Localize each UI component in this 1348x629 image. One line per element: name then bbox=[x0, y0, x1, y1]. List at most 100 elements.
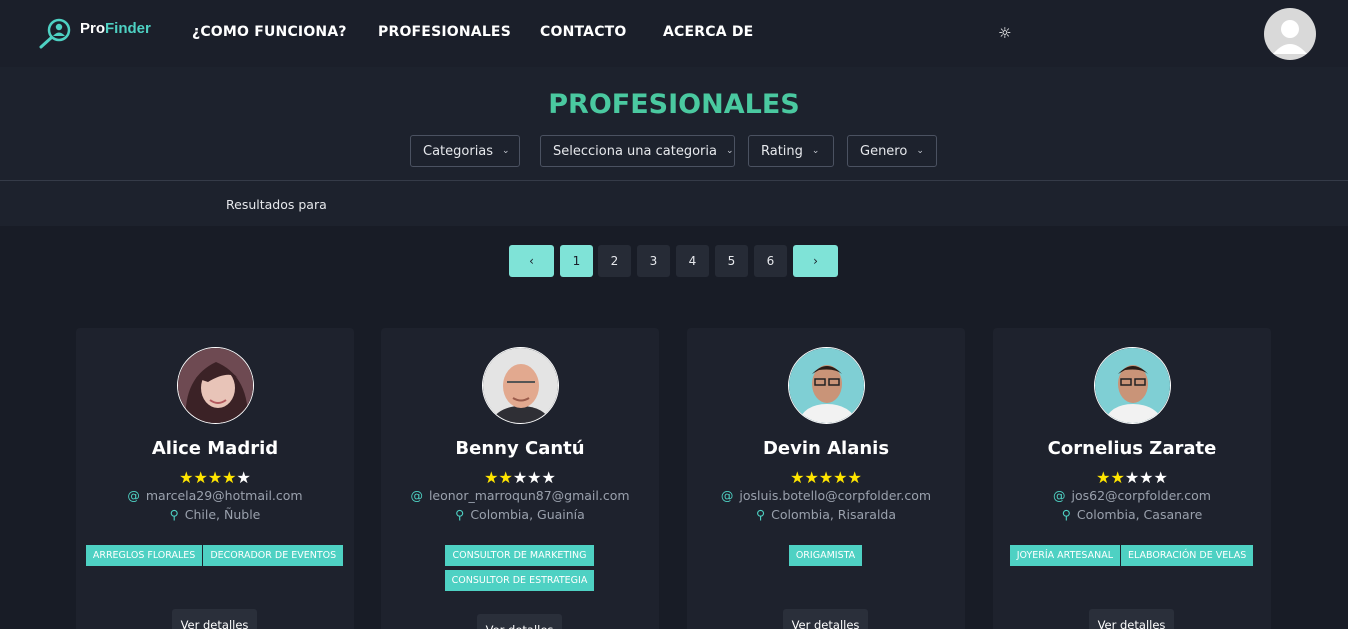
sun-icon[interactable]: ☼ bbox=[998, 24, 1011, 42]
star-icon: ★ bbox=[512, 468, 528, 487]
category-tags: ORIGAMISTA bbox=[687, 545, 965, 568]
category-tag: ARREGLOS FLORALES bbox=[85, 545, 204, 566]
star-icon: ★ bbox=[1153, 468, 1168, 487]
location-pin-icon: ⚲ bbox=[755, 507, 766, 522]
rating-stars: ★★★★★ bbox=[993, 468, 1271, 487]
star-icon: ★ bbox=[179, 468, 194, 487]
navbar: ProFinder ¿COMO FUNCIONA? PROFESIONALES … bbox=[0, 0, 1348, 67]
rating-stars: ★★★★★ bbox=[381, 468, 659, 487]
pagination-next[interactable]: › bbox=[793, 245, 838, 277]
results-bar bbox=[0, 181, 1348, 226]
filter-label: Genero bbox=[860, 143, 908, 159]
rating-stars: ★★★★★ bbox=[687, 468, 965, 487]
professional-avatar bbox=[788, 347, 865, 424]
professional-location: ⚲ Colombia, Casanare bbox=[1061, 507, 1203, 522]
at-icon: @ bbox=[720, 488, 734, 503]
nav-link-acerca-de[interactable]: ACERCA DE bbox=[663, 24, 753, 40]
location-pin-icon: ⚲ bbox=[169, 507, 179, 522]
at-icon: @ bbox=[127, 488, 140, 503]
filter-genero[interactable]: Genero ⌄ bbox=[847, 135, 937, 167]
pagination-page-3[interactable]: 3 bbox=[637, 245, 670, 277]
professional-card: Devin Alanis ★★★★★ @ josluis.botello@corp… bbox=[687, 328, 965, 629]
details-button[interactable]: Ver detalles bbox=[1089, 609, 1174, 629]
filter-subcategoria[interactable]: Selecciona una categoria ⌄ bbox=[540, 135, 735, 167]
star-icon: ★ bbox=[1139, 468, 1154, 487]
professional-card: Cornelius Zarate ★★★★★ @ jos62@corpfolder… bbox=[993, 328, 1271, 629]
chevron-down-icon: ⌄ bbox=[811, 146, 820, 156]
star-icon: ★ bbox=[541, 468, 556, 487]
category-tag: CONSULTOR DE MARKETING bbox=[445, 545, 595, 566]
location-pin-icon: ⚲ bbox=[1061, 507, 1071, 522]
star-icon: ★ bbox=[818, 468, 834, 487]
at-icon: @ bbox=[1053, 488, 1066, 503]
professional-email: @ josluis.botello@corpfolder.com bbox=[720, 488, 932, 503]
filter-rating[interactable]: Rating ⌄ bbox=[748, 135, 834, 167]
category-tag: ELABORACIÓN DE VELAS bbox=[1121, 545, 1255, 566]
pagination-page-5[interactable]: 5 bbox=[715, 245, 748, 277]
details-button[interactable]: Ver detalles bbox=[172, 609, 257, 629]
star-icon: ★ bbox=[222, 468, 237, 487]
nav-link-contacto[interactable]: CONTACTO bbox=[540, 24, 627, 40]
user-avatar[interactable] bbox=[1264, 8, 1316, 60]
professional-name: Cornelius Zarate bbox=[1047, 438, 1217, 459]
professional-email: @ marcela29@hotmail.com bbox=[127, 488, 303, 503]
professional-email: @ leonor_marroqun87@gmail.com bbox=[410, 488, 630, 503]
star-icon: ★ bbox=[498, 468, 513, 487]
page-title: PROFESIONALES bbox=[548, 89, 800, 120]
professional-avatar bbox=[1094, 347, 1171, 424]
filter-label: Categorias bbox=[423, 143, 494, 159]
nav-link-profesionales[interactable]: PROFESIONALES bbox=[378, 24, 511, 40]
category-tag: DECORADOR DE EVENTOS bbox=[203, 545, 345, 566]
professional-location: ⚲ Colombia, Guainía bbox=[455, 507, 585, 522]
star-icon: ★ bbox=[790, 468, 805, 487]
star-icon: ★ bbox=[1110, 468, 1125, 487]
professional-avatar bbox=[177, 347, 254, 424]
location-pin-icon: ⚲ bbox=[455, 507, 465, 522]
magnifier-user-icon bbox=[39, 18, 71, 49]
category-tag: JOYERÍA ARTESANAL bbox=[1009, 545, 1121, 566]
chevron-down-icon: ⌄ bbox=[725, 146, 734, 156]
category-tags: CONSULTOR DE MARKETING CONSULTOR DE ESTR… bbox=[381, 545, 659, 593]
pagination-page-6[interactable]: 6 bbox=[754, 245, 787, 277]
results-label: Resultados para bbox=[226, 197, 327, 212]
professional-email: @ jos62@corpfolder.com bbox=[1053, 488, 1211, 503]
professional-card: Benny Cantú ★★★★★ @ leonor_marroqun87@gma… bbox=[381, 328, 659, 629]
nav-link-como-funciona[interactable]: ¿COMO FUNCIONA? bbox=[192, 24, 347, 40]
star-icon: ★ bbox=[484, 468, 499, 487]
logo-text: ProFinder bbox=[80, 19, 151, 37]
at-icon: @ bbox=[410, 488, 423, 503]
star-icon: ★ bbox=[847, 468, 862, 487]
default-user-icon bbox=[1273, 20, 1307, 54]
details-button[interactable]: Ver detalles bbox=[783, 609, 868, 629]
filter-categorias[interactable]: Categorias ⌄ bbox=[410, 135, 520, 167]
logo[interactable]: ProFinder bbox=[38, 17, 151, 49]
chevron-down-icon: ⌄ bbox=[502, 146, 510, 156]
professional-location: ⚲ Colombia, Risaralda bbox=[755, 507, 897, 522]
filter-label: Selecciona una categoria bbox=[553, 143, 717, 159]
star-icon: ★ bbox=[1096, 468, 1111, 487]
professional-location: ⚲ Chile, Ñuble bbox=[169, 507, 261, 522]
details-button[interactable]: Ver detalles bbox=[477, 614, 562, 629]
star-icon: ★ bbox=[804, 468, 819, 487]
professional-name: Alice Madrid bbox=[151, 438, 279, 459]
star-icon: ★ bbox=[1124, 468, 1140, 487]
star-icon: ★ bbox=[527, 468, 542, 487]
pagination-page-4[interactable]: 4 bbox=[676, 245, 709, 277]
star-icon: ★ bbox=[833, 468, 848, 487]
category-tags: ARREGLOS FLORALES DECORADOR DE EVENTOS bbox=[76, 545, 354, 568]
category-tags: JOYERÍA ARTESANAL ELABORACIÓN DE VELAS bbox=[993, 545, 1271, 568]
filter-label: Rating bbox=[761, 143, 803, 159]
chevron-down-icon: ⌄ bbox=[916, 146, 924, 156]
star-icon: ★ bbox=[236, 468, 251, 487]
star-icon: ★ bbox=[207, 468, 223, 487]
professional-card: Alice Madrid ★★★★★ @ marcela29@hotmail.co… bbox=[76, 328, 354, 629]
rating-stars: ★★★★★ bbox=[76, 468, 354, 487]
professional-avatar bbox=[482, 347, 559, 424]
category-tag: CONSULTOR DE ESTRATEGIA bbox=[444, 570, 596, 591]
pagination-page-1[interactable]: 1 bbox=[560, 245, 593, 277]
star-icon: ★ bbox=[193, 468, 208, 487]
pagination-prev[interactable]: ‹ bbox=[509, 245, 554, 277]
professional-name: Benny Cantú bbox=[455, 438, 585, 459]
professional-name: Devin Alanis bbox=[762, 438, 890, 459]
pagination-page-2[interactable]: 2 bbox=[598, 245, 631, 277]
